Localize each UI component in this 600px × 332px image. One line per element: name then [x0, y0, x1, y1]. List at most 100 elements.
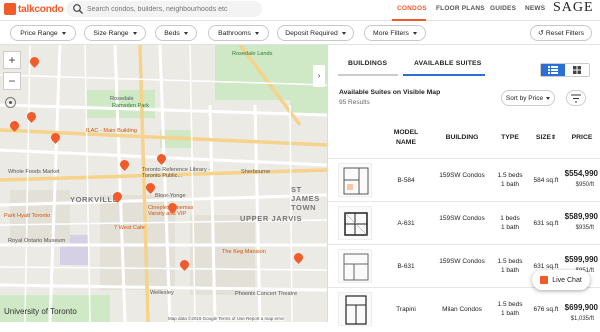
unit-type: 1.5 beds 1 bath: [492, 171, 528, 189]
talkcondo-logo[interactable]: talkcondo: [4, 2, 64, 16]
map-label-7-west-cafe: 7 West Cafe: [114, 225, 145, 231]
map-base: [0, 45, 327, 322]
top-nav-bar: talkcondo CONDOS FLOOR PLANS GUIDES NEWS…: [0, 0, 600, 21]
building-name[interactable]: 159SW Condos: [434, 171, 490, 180]
model-name: B-631: [397, 263, 415, 270]
deposit-required-label: Deposit Required: [285, 29, 338, 37]
zoom-in-button[interactable]: +: [3, 51, 21, 69]
beds-filter[interactable]: Beds: [155, 25, 197, 41]
map-label-ramsden-park: Ramsden Park: [112, 103, 149, 109]
chat-icon: [540, 276, 549, 284]
nav-news[interactable]: NEWS: [525, 5, 545, 12]
results-title: Available Suites on Visible Map: [339, 89, 441, 96]
nav-guides[interactable]: GUIDES: [490, 5, 516, 12]
zoom-out-button[interactable]: −: [3, 72, 21, 90]
grid-view-button[interactable]: [565, 64, 589, 76]
beds-value: 1.5 beds: [497, 172, 523, 179]
unit-price: $554,990: [564, 169, 598, 178]
floor-plan-thumbnail[interactable]: [338, 206, 372, 240]
column-header-size-label: SIZE: [535, 134, 552, 141]
unit-type: 1.5 beds 1 bath: [492, 300, 528, 318]
tab-buildings[interactable]: BUILDINGS: [348, 60, 387, 67]
floor-plan-thumbnail[interactable]: [338, 163, 372, 197]
more-filters-label: More Filters: [373, 29, 409, 37]
map-label-cineplex: Cineplex Cinemas Varsity and VIP: [148, 205, 194, 217]
sort-dropdown[interactable]: Sort by Price: [501, 90, 555, 106]
caret-down-icon: [341, 31, 346, 35]
reset-filters-button[interactable]: ↺ Reset Filters: [530, 25, 592, 41]
column-header-model-name[interactable]: MODEL NAME: [386, 128, 426, 148]
map-label-wellesley: Wellesley: [150, 290, 174, 296]
floor-plan-thumbnail[interactable]: [338, 292, 372, 326]
unit-price: $699,900: [564, 303, 598, 312]
live-chat-button[interactable]: Live Chat: [532, 270, 590, 290]
caret-down-icon: [254, 31, 259, 35]
sort-filter-icon: [571, 94, 581, 102]
table-row[interactable]: B-584 159SW Condos 1.5 beds 1 bath 584 sq…: [328, 158, 600, 201]
baths-value: 1 bath: [500, 224, 520, 231]
search-bar[interactable]: [66, 1, 262, 17]
deposit-required-filter[interactable]: Deposit Required: [277, 25, 354, 41]
model-name: B-584: [397, 177, 415, 184]
map-label-university: University of Toronto: [4, 307, 77, 316]
floor-plan-thumbnail[interactable]: [338, 249, 372, 283]
logo-mark-icon: [4, 3, 16, 15]
map-label-rosedale: Rosedale: [110, 96, 134, 102]
map-label-bloor-yonge: Bloor-Yonge: [155, 193, 186, 199]
baths-value: 1 bath: [500, 181, 520, 188]
list-view-button[interactable]: [541, 64, 565, 76]
column-header-price[interactable]: PRICE: [566, 133, 598, 143]
map-attribution[interactable]: Map data ©2019 Google Terms of Use Repor…: [168, 316, 285, 321]
map-view[interactable]: Rosedale Lands Rosedale Ramsden Park ILA…: [0, 45, 327, 322]
size-range-filter[interactable]: Size Range: [84, 25, 146, 41]
map-label-yorkville: YORKVILLE: [70, 195, 119, 204]
column-header-building[interactable]: BUILDING: [438, 133, 486, 143]
sage-brand-logo[interactable]: SAGE: [553, 0, 594, 16]
column-header-size[interactable]: SIZE⇕: [531, 133, 561, 143]
map-label-whole-foods: Whole Foods Market: [8, 169, 60, 175]
building-name[interactable]: 159SW Condos: [434, 257, 490, 266]
sort-filter-button[interactable]: [566, 90, 586, 106]
caret-down-icon: [132, 31, 137, 35]
caret-down-icon: [412, 31, 417, 35]
building-name[interactable]: Milan Condos: [434, 305, 490, 314]
price-per-sqft: $935/ft: [575, 225, 594, 231]
table-row[interactable]: Trapini Milan Condos 1.5 beds 1 bath 676 …: [328, 287, 600, 330]
map-label-park-hyatt: Park Hyatt Toronto: [4, 213, 51, 219]
logo-text: talkcondo: [18, 3, 64, 15]
unit-price: $589,990: [564, 212, 598, 221]
sort-arrows-icon: ⇕: [551, 135, 557, 141]
my-location-icon[interactable]: [5, 97, 16, 108]
list-view-icon: [548, 66, 558, 74]
search-input[interactable]: [87, 5, 257, 13]
nav-condos[interactable]: CONDOS: [397, 5, 427, 12]
results-count: 95 Results: [339, 99, 370, 106]
bathrooms-label: Bathrooms: [218, 29, 251, 37]
beds-value: 1.5 beds: [497, 301, 523, 308]
baths-value: 1 bath: [500, 310, 520, 317]
caret-down-icon: [546, 96, 551, 100]
collapse-panel-chevron-icon[interactable]: ›: [313, 65, 325, 87]
tab-buildings-underline: [338, 74, 398, 76]
size-range-label: Size Range: [93, 29, 129, 37]
map-label-reference-library: Toronto Reference Library - Toronto Publ…: [142, 167, 211, 179]
bathrooms-filter[interactable]: Bathrooms: [208, 25, 269, 41]
column-header-type[interactable]: TYPE: [492, 133, 528, 143]
price-range-filter[interactable]: Price Range: [10, 25, 76, 41]
price-per-sqft: $950/ft: [575, 182, 594, 188]
view-toggle: [540, 63, 590, 77]
table-row[interactable]: A-631 159SW Condos 1 beds 1 bath 631 sq.f…: [328, 201, 600, 244]
map-label-keg-mansion: The Keg Mansion: [222, 249, 266, 255]
tab-available-suites[interactable]: AVAILABLE SUITES: [414, 60, 482, 67]
price-per-sqft: $1,035/ft: [570, 316, 594, 322]
building-name[interactable]: 159SW Condos: [434, 214, 490, 223]
unit-type: 1 beds 1 bath: [492, 214, 528, 232]
nav-floor-plans[interactable]: FLOOR PLANS: [436, 5, 485, 12]
more-filters-button[interactable]: More Filters: [364, 25, 426, 41]
live-chat-label: Live Chat: [552, 276, 582, 284]
unit-price: $599,990: [564, 255, 598, 264]
beds-value: 1.5 beds: [497, 258, 523, 265]
map-label-phoenix: Phoenix Concert Theatre: [235, 291, 298, 297]
beds-value: 1 beds: [500, 215, 520, 222]
caret-down-icon: [61, 31, 66, 35]
